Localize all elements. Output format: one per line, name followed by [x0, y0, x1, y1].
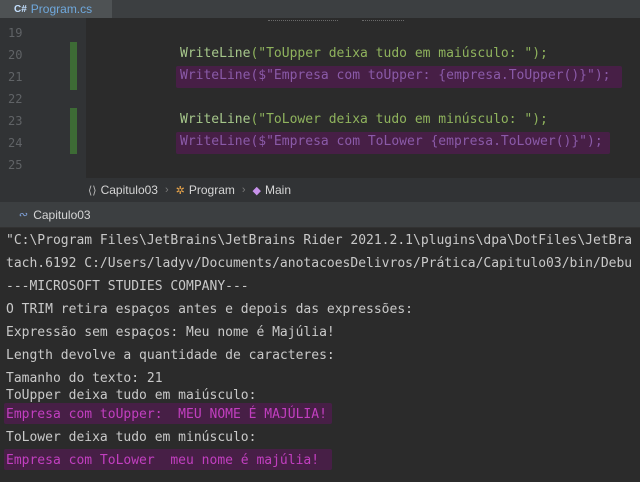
- console-line: Empresa com ToLower meu nome é majúlia!: [6, 453, 320, 468]
- code-line-20[interactable]: WriteLine("ToUpper deixa tudo em maiúscu…: [180, 46, 548, 61]
- code-editor[interactable]: 19 20 21 22 23 24 25 WriteLine("ToUpper …: [0, 18, 640, 178]
- console-line: "C:\Program Files\JetBrains\JetBrains Ri…: [6, 233, 633, 248]
- vcs-change-marker: [70, 42, 77, 90]
- tab-program-cs[interactable]: C# Program.cs: [0, 0, 112, 18]
- code-function: WriteLine: [180, 68, 251, 83]
- breadcrumb-class[interactable]: ✲ Program: [176, 183, 235, 197]
- breadcrumb-label: Main: [265, 183, 292, 197]
- line-number: 23: [8, 114, 23, 128]
- console-line: Empresa com toUpper: MEU NOME É MAJÚLIA!: [6, 407, 327, 422]
- class-icon: ✲: [175, 184, 185, 197]
- breadcrumb-method[interactable]: ◆ Main: [253, 183, 291, 197]
- code-args: ($"Empresa com toUpper: {empresa.ToUpper…: [250, 68, 611, 83]
- console-line: O TRIM retira espaços antes e depois das…: [6, 302, 413, 317]
- code-line-21[interactable]: WriteLine($"Empresa com toUpper: {empres…: [180, 68, 610, 83]
- editor-tab-strip: C# Program.cs: [0, 0, 640, 18]
- code-function: WriteLine: [180, 134, 251, 149]
- chevron-right-icon: ›: [164, 184, 169, 196]
- vcs-change-marker: [70, 108, 77, 154]
- line-number: 19: [8, 26, 23, 40]
- console-line: tach.6192 C:/Users/ladyv/Documents/anota…: [6, 256, 633, 271]
- line-number: 20: [8, 48, 23, 62]
- csharp-file-icon: C#: [14, 3, 27, 15]
- console-line: Tamanho do texto: 21: [6, 371, 163, 386]
- breadcrumb: ⟨⟩ Capitulo03 › ✲ Program › ◆ Main: [0, 178, 640, 202]
- tab-label: Program.cs: [30, 2, 93, 16]
- breadcrumb-label: Capitulo03: [100, 183, 158, 197]
- code-args: ("ToUpper deixa tudo em maiúsculo: ");: [250, 46, 548, 61]
- breadcrumb-namespace[interactable]: ⟨⟩ Capitulo03: [88, 183, 158, 197]
- line-gutter: 19 20 21 22 23 24 25: [0, 18, 86, 178]
- line-number: 25: [8, 158, 23, 172]
- line-number: 24: [8, 136, 23, 150]
- code-line-24[interactable]: WriteLine($"Empresa com ToLower {empresa…: [180, 134, 603, 149]
- code-line-23[interactable]: WriteLine("ToLower deixa tudo em minúscu…: [180, 112, 548, 127]
- code-args: ($"Empresa com ToLower {empresa.ToLower(…: [250, 134, 603, 149]
- console-line: Expressão sem espaços: Meu nome é Majúli…: [6, 325, 335, 340]
- console-line: ToUpper deixa tudo em maiúsculo:: [6, 388, 257, 403]
- line-number: 22: [8, 92, 23, 106]
- chevron-right-icon: ›: [241, 184, 246, 196]
- method-icon: ◆: [252, 184, 262, 197]
- run-config-icon: ∾: [18, 209, 28, 221]
- line-number: 21: [8, 70, 23, 84]
- breadcrumb-label: Program: [188, 183, 235, 197]
- code-function: WriteLine: [180, 46, 251, 61]
- namespace-icon: ⟨⟩: [88, 184, 97, 197]
- console-line: Length devolve a quantidade de caractere…: [6, 348, 335, 363]
- run-window-header: ∾ Capitulo03: [0, 202, 640, 228]
- code-function: WriteLine: [180, 112, 251, 127]
- console-line: ---MICROSOFT STUDIES COMPANY---: [6, 279, 249, 294]
- tab-run-capitulo03[interactable]: Capitulo03: [33, 208, 90, 222]
- console-output[interactable]: "C:\Program Files\JetBrains\JetBrains Ri…: [0, 229, 640, 482]
- code-args: ("ToLower deixa tudo em minúsculo: ");: [250, 112, 548, 127]
- console-line: ToLower deixa tudo em minúsculo:: [6, 430, 257, 445]
